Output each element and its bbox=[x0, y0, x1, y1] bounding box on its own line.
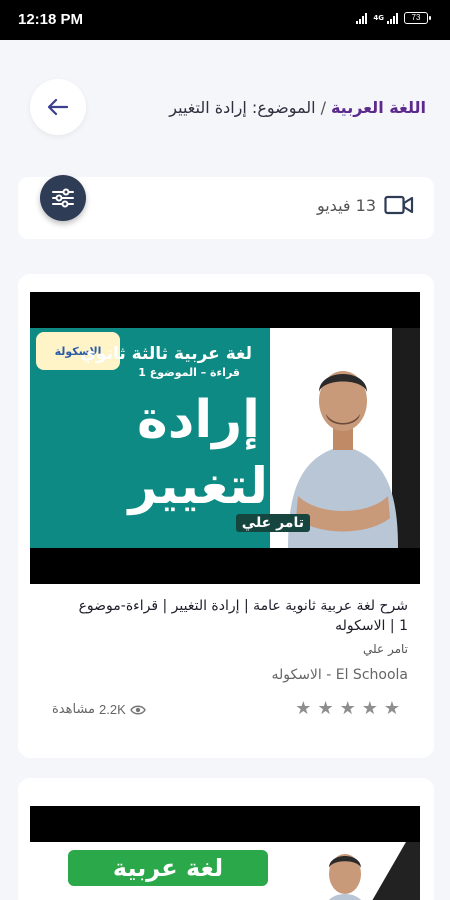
status-time: 12:18 PM bbox=[18, 11, 84, 28]
thumbnail-big-word2: التغيير bbox=[128, 457, 285, 515]
filter-bar: 13 فيديو bbox=[18, 175, 434, 239]
star-icon[interactable]: ★ bbox=[384, 700, 400, 718]
network-type: 4G bbox=[373, 13, 384, 22]
rating-stars[interactable]: ★ ★ ★ ★ ★ bbox=[295, 700, 400, 718]
eye-icon bbox=[129, 705, 146, 714]
signal-icon-2 bbox=[387, 12, 398, 24]
star-icon[interactable]: ★ bbox=[340, 700, 356, 718]
star-icon[interactable]: ★ bbox=[317, 700, 333, 718]
views-label: مشاهدة bbox=[52, 702, 96, 717]
status-bar: 12:18 PM 4G 73 bbox=[0, 0, 450, 40]
battery-icon: 73 bbox=[404, 12, 431, 24]
back-button[interactable] bbox=[30, 79, 86, 135]
filter-button[interactable] bbox=[40, 175, 86, 221]
breadcrumb-subject[interactable]: اللغة العربية bbox=[331, 98, 426, 117]
video-count-label: 13 فيديو bbox=[316, 195, 376, 215]
signal-icon bbox=[356, 12, 368, 24]
status-icons: 4G 73 bbox=[356, 12, 431, 24]
views-number: 2.2K bbox=[99, 702, 126, 717]
video-thumbnail[interactable]: الاسكولة لغة عربية ثالثة ثانوي قراءة – ا… bbox=[30, 292, 420, 584]
video-teacher: تامر علي bbox=[363, 642, 408, 656]
video-channel: El Schoola - الاسكوله bbox=[271, 667, 408, 683]
video-count: 13 فيديو bbox=[317, 195, 414, 215]
teacher-figure bbox=[328, 854, 362, 900]
video-camera-icon bbox=[384, 195, 414, 215]
breadcrumb: اللغة العربية /الموضوع: إرادة التغيير bbox=[169, 98, 426, 117]
sliders-icon bbox=[52, 188, 74, 208]
breadcrumb-topic: الموضوع: إرادة التغيير bbox=[169, 98, 316, 117]
video-card[interactable]: الاسكولة لغة عربية ثالثة ثانوي قراءة – ا… bbox=[18, 274, 434, 758]
video-title[interactable]: شرح لغة عربية ثانوية عامة | إرادة التغيي… bbox=[68, 596, 408, 636]
video-card[interactable]: لغة عربية bbox=[18, 778, 434, 900]
view-count: مشاهدة 2.2K bbox=[52, 702, 146, 717]
thumbnail-teacher-name: تامر علي bbox=[235, 514, 310, 532]
arrow-left-icon bbox=[48, 99, 68, 115]
thumbnail-image: الاسكولة لغة عربية ثالثة ثانوي قراءة – ا… bbox=[30, 328, 420, 548]
thumbnail-subject-pill: لغة عربية bbox=[68, 850, 268, 886]
star-icon[interactable]: ★ bbox=[362, 700, 378, 718]
thumbnail-line1: لغة عربية ثالثة ثانوي bbox=[80, 344, 252, 364]
video-thumbnail[interactable]: لغة عربية bbox=[30, 806, 420, 900]
thumbnail-image: لغة عربية bbox=[30, 842, 420, 900]
thumbnail-line2: قراءة – الموضوع 1 bbox=[138, 366, 240, 379]
breadcrumb-separator: / bbox=[320, 98, 326, 117]
star-icon[interactable]: ★ bbox=[295, 700, 311, 718]
thumbnail-big-word1: إرادة bbox=[137, 390, 260, 450]
